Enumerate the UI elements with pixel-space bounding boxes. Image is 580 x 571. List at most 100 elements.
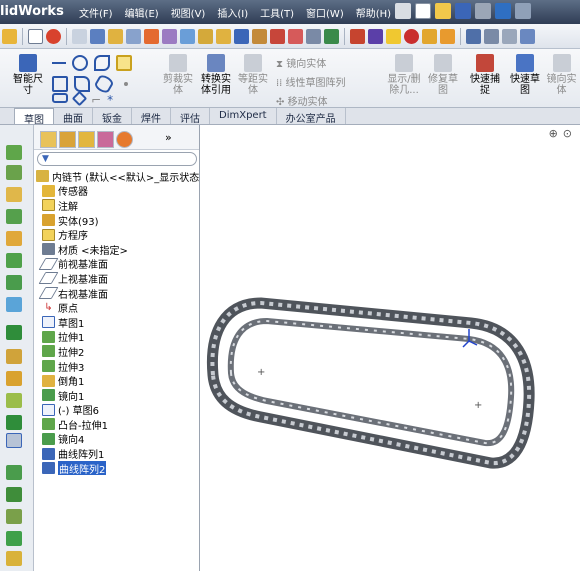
menu-tools[interactable]: 工具(T): [255, 2, 299, 22]
offset-entities-button[interactable]: 等距实 体: [236, 54, 270, 96]
tree-item-extrude2[interactable]: 拉伸2: [36, 344, 200, 359]
convert-entities-button[interactable]: 转换实 体引用: [196, 54, 236, 96]
display-manager-tab-icon[interactable]: [116, 131, 133, 148]
menu-window[interactable]: 窗口(W): [301, 2, 349, 22]
flip-icon[interactable]: [350, 28, 365, 44]
repair-sketch-button[interactable]: 修复草 图: [424, 54, 462, 96]
tree-item-front-plane[interactable]: 前视基准面: [36, 257, 200, 271]
menu-help[interactable]: 帮助(H): [351, 2, 396, 22]
rib-icon[interactable]: [6, 393, 22, 408]
chamfer-icon[interactable]: [6, 297, 22, 312]
tree-item-solid-bodies[interactable]: 实体(93): [36, 213, 200, 227]
tree-item-curve-pattern1[interactable]: 曲线阵列1: [36, 446, 200, 461]
polygon-icon[interactable]: [71, 90, 88, 107]
tab-office-products[interactable]: 办公室产品: [277, 108, 346, 125]
loft-icon[interactable]: [6, 209, 22, 224]
centerline-icon[interactable]: *: [107, 93, 113, 107]
linear-pattern-icon[interactable]: [6, 325, 22, 340]
rectangle-icon[interactable]: [52, 76, 68, 92]
tree-item-right-plane[interactable]: 右视基准面: [36, 286, 200, 300]
rebuild-icon[interactable]: [515, 3, 531, 19]
menu-view[interactable]: 视图(V): [166, 2, 211, 22]
triad-icon[interactable]: [6, 509, 22, 524]
tab-dimxpert[interactable]: DimXpert: [210, 108, 277, 124]
tree-item-mirror1[interactable]: 镜向1: [36, 388, 200, 403]
rapid-sketch-button[interactable]: 快速草 图: [505, 54, 545, 96]
ellipse-icon[interactable]: [93, 73, 115, 95]
fillet-icon[interactable]: ⌐: [91, 93, 101, 107]
tab-evaluate[interactable]: 评估: [171, 108, 210, 125]
menu-insert[interactable]: 插入(I): [212, 2, 253, 22]
mirror-entities-button[interactable]: ⧗ 镜向实体: [276, 55, 326, 70]
mirror-entities-large-button[interactable]: 镜向实 体: [543, 54, 580, 96]
light-icon[interactable]: [422, 28, 437, 44]
tab-sketch[interactable]: 草图: [14, 108, 54, 126]
measure-icon[interactable]: [144, 28, 159, 44]
revolve-icon[interactable]: [6, 165, 22, 180]
open-folder-icon[interactable]: [435, 3, 451, 19]
arc-icon[interactable]: [74, 76, 90, 92]
circular-pattern-icon[interactable]: [6, 349, 22, 364]
dashed-line-icon[interactable]: [6, 487, 22, 502]
tree-filter-input[interactable]: ▼: [37, 152, 197, 166]
extrude-boss-icon[interactable]: [6, 145, 22, 160]
extra-tool-icon[interactable]: [6, 551, 22, 566]
line-icon[interactable]: [52, 62, 66, 64]
appearance-icon[interactable]: [46, 28, 61, 44]
revolve-cut-icon[interactable]: [6, 253, 22, 268]
feature-tree-tab-icon[interactable]: [40, 131, 57, 148]
undo-icon[interactable]: [495, 3, 511, 19]
view-orient-icon[interactable]: [484, 28, 499, 44]
display-delete-relations-button[interactable]: 显示/删 除几...: [384, 54, 424, 96]
point-star-icon[interactable]: [6, 531, 22, 546]
new-document-icon[interactable]: [415, 3, 431, 19]
annotation-icon[interactable]: [90, 28, 105, 44]
stop-icon[interactable]: [404, 28, 419, 44]
check-icon[interactable]: [198, 28, 213, 44]
sun-icon[interactable]: [386, 28, 401, 44]
section-icon[interactable]: [180, 28, 195, 44]
move-entities-button[interactable]: ✣ 移动实体: [276, 93, 328, 108]
tree-item-chamfer1[interactable]: 倒角1: [36, 373, 200, 388]
mass-properties-icon[interactable]: [162, 28, 177, 44]
tab-weldments[interactable]: 焊件: [132, 108, 171, 125]
note-icon[interactable]: [108, 28, 123, 44]
tree-item-boss-extrude1[interactable]: 凸台-拉伸1: [36, 417, 200, 432]
spline-icon[interactable]: [94, 55, 110, 71]
expand-arrows-icon[interactable]: »: [165, 131, 172, 149]
tree-item-origin[interactable]: ↳ 原点: [36, 300, 200, 315]
tree-item-material[interactable]: 材质 <未指定>: [36, 242, 200, 257]
compare-icon[interactable]: [288, 28, 303, 44]
table-grid-icon[interactable]: [324, 28, 339, 44]
zoom-fit-icon[interactable]: [466, 28, 481, 44]
display-style-icon[interactable]: [502, 28, 517, 44]
fillet-icon[interactable]: [6, 275, 22, 290]
tab-sheet-metal[interactable]: 钣金: [93, 108, 132, 125]
slot-icon[interactable]: [52, 93, 68, 103]
dimxpert-tab-icon[interactable]: [97, 131, 114, 148]
cube-icon[interactable]: [2, 28, 17, 44]
trim-button[interactable]: 剪裁实 体: [158, 54, 198, 96]
text-icon[interactable]: [116, 55, 132, 71]
smart-dimension-button[interactable]: 智能尺 寸: [8, 54, 48, 96]
linear-pattern-button[interactable]: ⁞⁞ 线性草图阵列: [276, 74, 346, 89]
tree-item-sketch6[interactable]: (-) 草图6: [36, 403, 200, 417]
tree-item-annotations[interactable]: 注解: [36, 198, 200, 213]
configuration-tab-icon[interactable]: [78, 131, 95, 148]
tree-item-equations[interactable]: 方程序: [36, 227, 200, 242]
table-icon[interactable]: [126, 28, 141, 44]
tree-item-top-plane[interactable]: 上视基准面: [36, 271, 200, 286]
shell-icon[interactable]: [6, 371, 22, 386]
quick-snaps-button[interactable]: 快速捕 捉: [466, 54, 504, 96]
warning-icon[interactable]: [252, 28, 267, 44]
spell-check-icon[interactable]: [72, 28, 87, 44]
reference-geometry-icon[interactable]: [6, 465, 22, 480]
print-icon[interactable]: [475, 3, 491, 19]
equation-icon[interactable]: [216, 28, 231, 44]
arrows-icon[interactable]: [270, 28, 285, 44]
options-icon[interactable]: [306, 28, 321, 44]
sweep-icon[interactable]: [6, 187, 22, 202]
menu-edit[interactable]: 编辑(E): [120, 2, 164, 22]
property-manager-tab-icon[interactable]: [59, 131, 76, 148]
curves-icon[interactable]: [6, 415, 22, 430]
